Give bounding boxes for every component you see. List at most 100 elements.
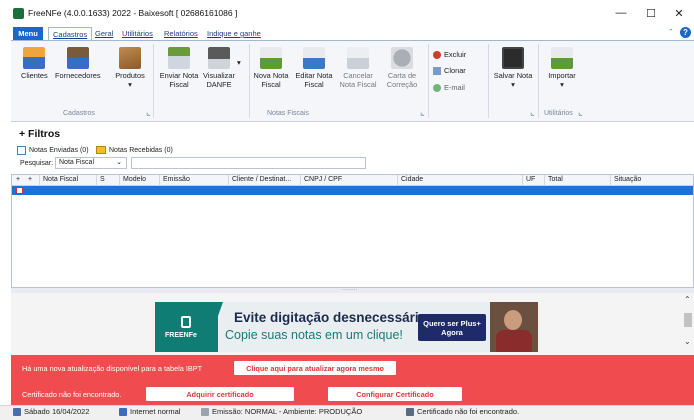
banner-cta-line1: Quero ser Plus+ xyxy=(423,318,481,328)
fornecedores-label: Fornecedores xyxy=(55,71,101,80)
visualizar-danfe-button[interactable]: Visualizar DANFE xyxy=(200,47,238,89)
group-launcher-icon[interactable]: ⊾ xyxy=(530,111,535,118)
printer-icon xyxy=(208,47,230,69)
clonar-label: Clonar xyxy=(444,66,466,75)
enviar-nota-button[interactable]: Enviar Nota Fiscal xyxy=(159,47,199,89)
save-disk-icon xyxy=(502,47,524,69)
minimize-button[interactable]: — xyxy=(606,4,636,22)
clientes-button[interactable]: Clientes xyxy=(21,47,48,80)
scroll-down-icon[interactable]: ⌄ xyxy=(684,337,691,346)
tab-geral[interactable]: Geral xyxy=(91,27,117,40)
chevron-down-icon: ▾ xyxy=(511,80,515,89)
editar-label-2: Fiscal xyxy=(304,80,324,89)
group-launcher-icon[interactable]: ⊾ xyxy=(146,111,151,118)
tab-cadastros[interactable]: Cadastros xyxy=(48,27,93,41)
chevron-down-icon: ▾ xyxy=(560,80,564,89)
edit-document-icon xyxy=(303,47,325,69)
editar-nota-button[interactable]: Editar Nota Fiscal xyxy=(294,47,334,89)
clonar-button[interactable]: Clonar xyxy=(433,66,466,75)
cancelar-nota-button[interactable]: Cancelar Nota Fiscal xyxy=(338,47,378,89)
group-launcher-icon[interactable]: ⊾ xyxy=(420,111,425,118)
tab-notas-enviadas[interactable]: Notas Enviadas (0) xyxy=(17,144,89,156)
col-uf[interactable]: UF xyxy=(522,175,544,185)
status-emissao-text: Emissão: NORMAL - Ambiente: PRODUÇÃO xyxy=(212,407,363,416)
promo-banner[interactable]: FREENFe Evite digitação desnecessária Co… xyxy=(155,302,538,352)
col-s[interactable]: S xyxy=(96,175,119,185)
banner-headline: Evite digitação desnecessária xyxy=(234,310,427,325)
tab-indique-e-ganhe[interactable]: Indique e ganhe xyxy=(203,27,265,40)
correction-letter-icon xyxy=(391,47,413,69)
chevron-down-icon: ▾ xyxy=(128,80,132,89)
salvar-nota-button[interactable]: Salvar Nota ▾ xyxy=(493,47,533,89)
status-emissao: Emissão: NORMAL - Ambiente: PRODUÇÃO xyxy=(201,407,362,416)
notas-recebidas-label: Notas Recebidas (0) xyxy=(109,146,173,154)
left-margin xyxy=(0,40,11,405)
excluir-button[interactable]: Excluir xyxy=(433,50,466,59)
importar-button[interactable]: Importar ▾ xyxy=(543,47,581,89)
col-situacao[interactable]: Situação xyxy=(610,175,693,185)
banner-cta-line2: Agora xyxy=(441,327,463,337)
search-field-select[interactable]: Nota Fiscal ⌄ xyxy=(55,157,127,169)
window-title: FreeNFe (4.0.0.1633) 2022 - Baixesoft [ … xyxy=(28,8,238,18)
fornecedores-button[interactable]: Fornecedores xyxy=(55,47,101,80)
tab-relatorios[interactable]: Relatórios xyxy=(160,27,202,40)
expand-all-icon[interactable]: + xyxy=(16,175,20,185)
nova-nota-button[interactable]: Nova Nota Fiscal xyxy=(252,47,290,89)
window-titlebar: FreeNFe (4.0.0.1633) 2022 - Baixesoft [ … xyxy=(0,0,694,26)
expand-icon[interactable]: + xyxy=(28,175,32,185)
status-internet-text: Internet normal xyxy=(130,407,181,416)
cert-alert-text: Certificado não foi encontrado. xyxy=(22,390,122,399)
update-ibpt-button[interactable]: Clique aqui para atualizar agora mesmo xyxy=(234,361,396,375)
col-cidade[interactable]: Cidade xyxy=(397,175,522,185)
email-button[interactable]: E-mail xyxy=(433,83,465,92)
help-icon[interactable]: ? xyxy=(680,27,691,38)
search-input[interactable] xyxy=(131,157,366,169)
status-date-text: Sábado 16/04/2022 xyxy=(24,407,90,416)
clone-icon xyxy=(433,66,441,75)
status-date: Sábado 16/04/2022 xyxy=(13,407,89,416)
status-certificado-text: Certificado não foi encontrado. xyxy=(417,407,520,416)
cancel-document-icon xyxy=(347,47,369,69)
group-separator xyxy=(538,44,539,118)
calendar-icon xyxy=(13,407,21,416)
banner-logo-text: FREENFe xyxy=(165,332,197,339)
search-select-value: Nota Fiscal xyxy=(59,159,95,166)
certificate-icon xyxy=(406,407,414,416)
table-row-selected[interactable] xyxy=(12,186,693,195)
visualizar-label-1: Visualizar xyxy=(203,71,235,80)
col-emissao[interactable]: Emissão xyxy=(159,175,228,185)
group-launcher-icon[interactable]: ⊾ xyxy=(578,111,583,118)
configure-certificate-button[interactable]: Configurar Certificado xyxy=(328,387,462,401)
notas-enviadas-label: Notas Enviadas (0) xyxy=(29,146,89,154)
tab-utilitarios[interactable]: Utilitários xyxy=(118,27,157,40)
maximize-button[interactable]: ☐ xyxy=(636,4,666,22)
tab-notas-recebidas[interactable]: Notas Recebidas (0) xyxy=(96,144,173,156)
status-certificado: Certificado não foi encontrado. xyxy=(406,407,519,416)
enviar-label-1: Enviar Nota xyxy=(159,71,199,80)
acquire-certificate-button[interactable]: Adquirir certificado xyxy=(146,387,294,401)
col-total[interactable]: Total xyxy=(544,175,610,185)
menu-button[interactable]: Menu xyxy=(13,27,43,40)
received-notes-icon xyxy=(96,146,106,154)
ibpt-alert-text: Há uma nova atualização disponível para … xyxy=(22,364,203,373)
chevron-down-icon: ⌄ xyxy=(116,159,122,166)
filters-toggle[interactable]: + Filtros xyxy=(19,128,60,140)
col-modelo[interactable]: Modelo xyxy=(119,175,159,185)
banner-scrollbar[interactable]: ⌃ ⌄ xyxy=(682,293,694,355)
scroll-up-icon[interactable]: ⌃ xyxy=(684,295,691,304)
produtos-button[interactable]: Produtos ▾ xyxy=(114,47,146,89)
clients-icon xyxy=(23,47,45,69)
banner-cta-button[interactable]: Quero ser Plus+ Agora xyxy=(418,314,486,341)
cancelar-label-2: Nota Fiscal xyxy=(339,80,377,89)
col-cnpj-cpf[interactable]: CNPJ / CPF xyxy=(300,175,397,185)
close-button[interactable]: ✕ xyxy=(664,4,694,22)
collapse-ribbon-icon[interactable]: ⌃ xyxy=(668,28,674,36)
cancelar-label-1: Cancelar xyxy=(343,71,373,80)
visualizar-label-2: DANFE xyxy=(206,80,232,89)
col-cliente[interactable]: Cliente / Destinat... xyxy=(228,175,300,185)
visualizar-dropdown-icon[interactable]: ▾ xyxy=(237,58,241,67)
col-nota-fiscal[interactable]: Nota Fiscal xyxy=(39,175,96,185)
scroll-thumb[interactable] xyxy=(684,313,692,327)
enviar-label-2: Fiscal xyxy=(169,80,189,89)
carta-correcao-button[interactable]: Carta de Correção xyxy=(383,47,421,89)
